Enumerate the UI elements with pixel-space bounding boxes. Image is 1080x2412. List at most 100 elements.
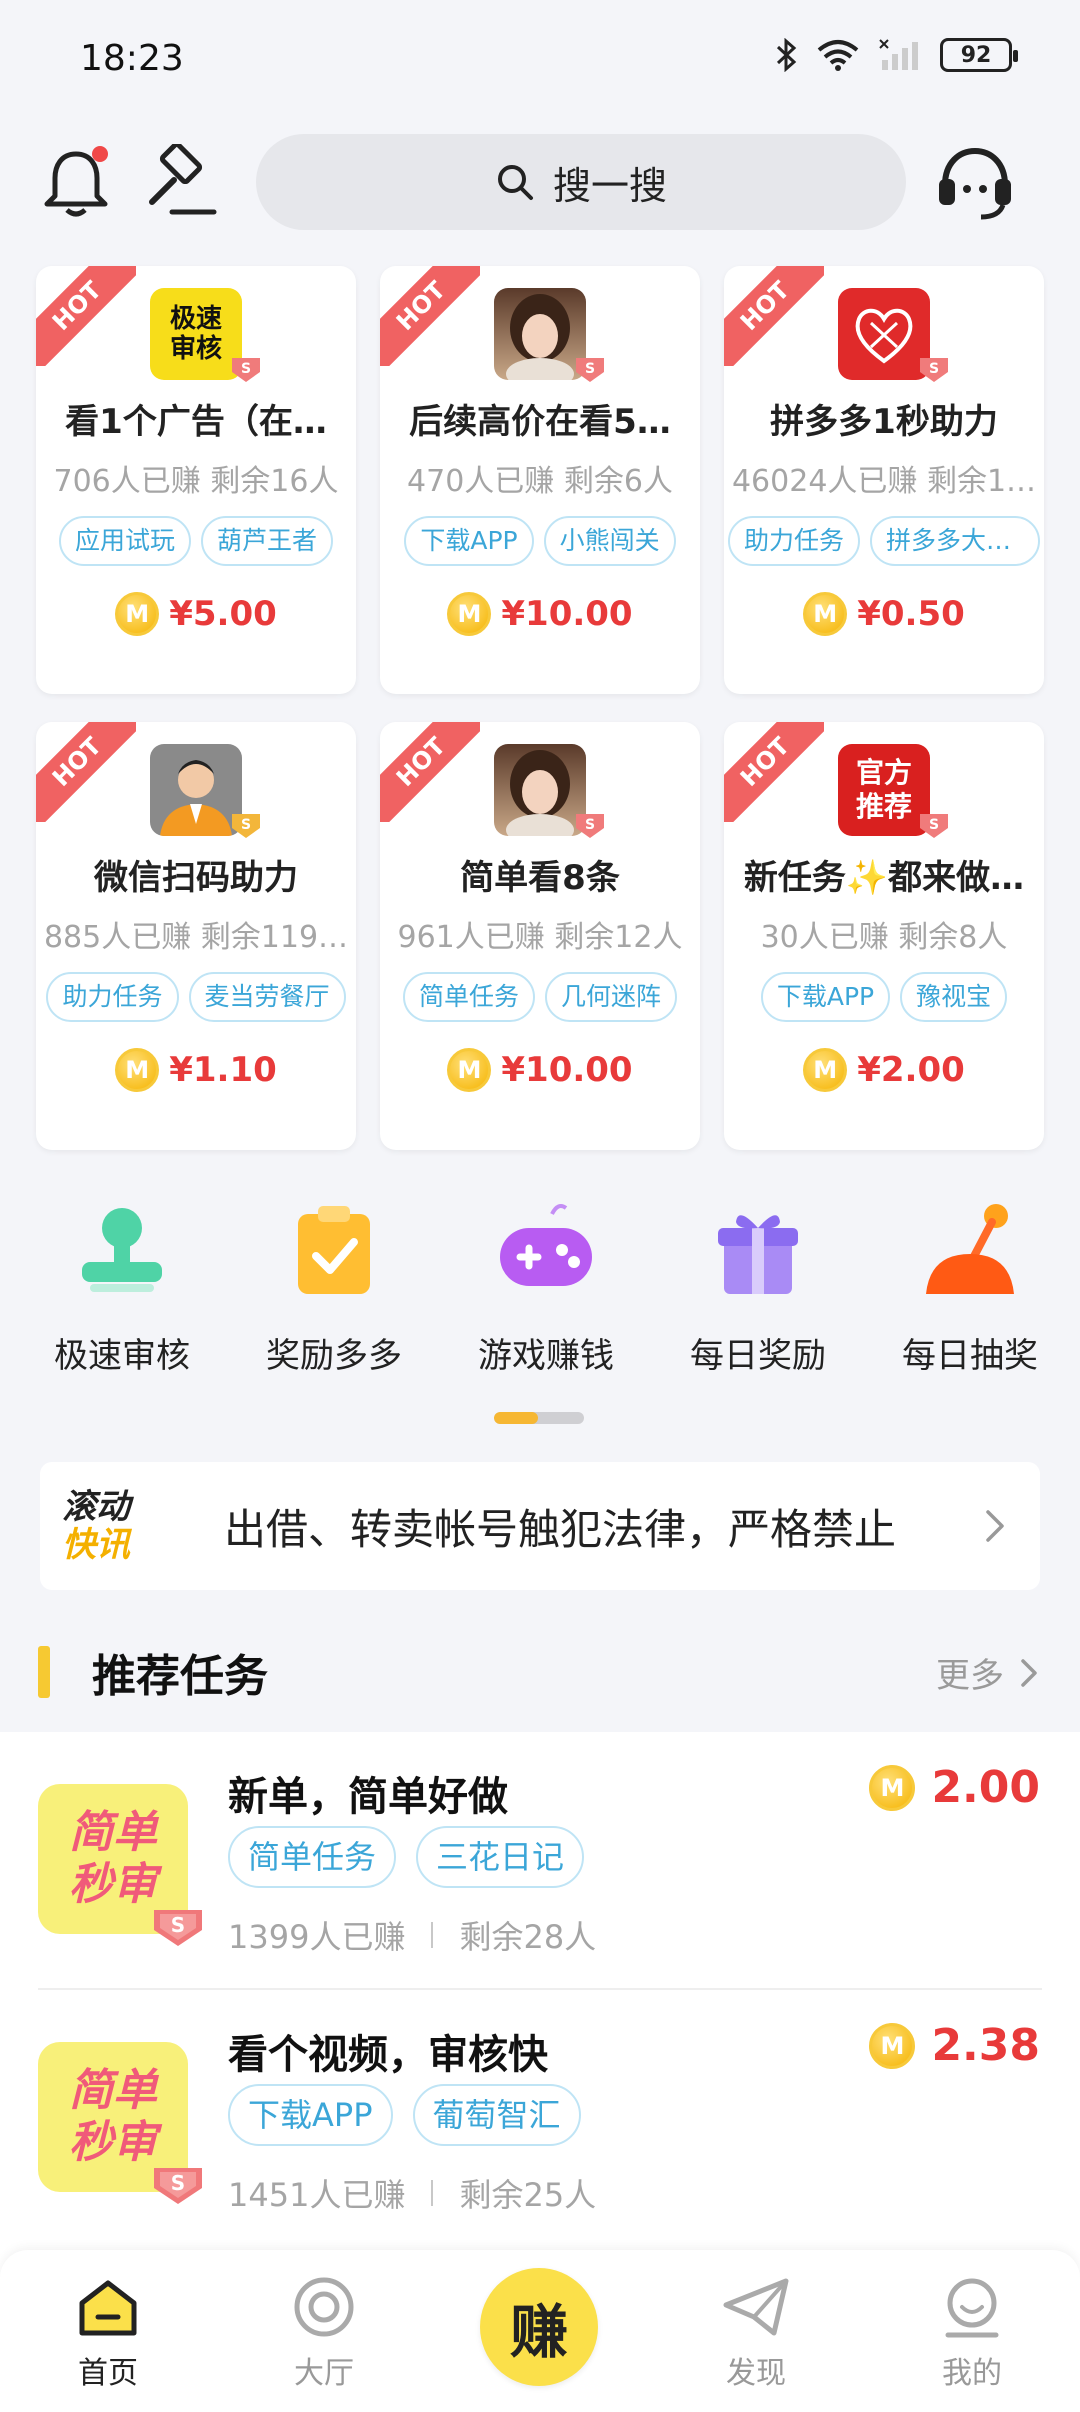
badge-text: S <box>929 817 939 833</box>
task-list: 简单 秒审 S 新单，简单好做 简单任务 三花日记 1399人已赚 剩余28人 M… <box>0 1732 1080 2292</box>
category-label: 每日奖励 <box>690 1336 826 1376</box>
tag: 麦当劳餐厅 <box>188 972 346 1022</box>
card-tags: 简单任务 几何迷阵 <box>380 972 700 1022</box>
category-daily-reward[interactable]: 每日奖励 <box>658 1200 858 1377</box>
category-label: 每日抽奖 <box>902 1336 1038 1376</box>
notification-bell-button[interactable] <box>36 138 116 228</box>
nav-discover[interactable]: 发现 <box>676 2250 836 2392</box>
price-value: ¥5.00 <box>169 594 277 634</box>
category-fast-review[interactable]: 极速审核 <box>22 1200 222 1377</box>
card-stats: 885人已赚 剩余119… <box>43 920 349 955</box>
card-title: 看1个广告（在… <box>65 402 327 442</box>
task-stats: 1451人已赚 剩余25人 <box>228 2170 596 2216</box>
divider <box>431 2180 434 2206</box>
pinduoduo-icon: S <box>838 288 948 382</box>
hall-icon <box>289 2272 359 2342</box>
coin-icon: M <box>803 1048 848 1092</box>
more-link[interactable]: 更多 <box>936 1648 1040 1697</box>
badge-text: S <box>585 361 595 377</box>
hot-task-card[interactable]: HOT S 后续高价在看5… 470人已赚 剩余6人 下载APP 小熊闯关 M ¥… <box>380 266 700 694</box>
card-stats: 30人已赚 剩余8人 <box>760 920 1008 955</box>
task-price: M 2.38 <box>869 2020 1040 2071</box>
level-badge-icon: S <box>232 814 260 838</box>
fast-review-icon: 极速 审核 S <box>150 288 260 382</box>
tag: 拼多多大转… <box>870 516 1040 566</box>
nav-mine[interactable]: 我的 <box>892 2250 1052 2392</box>
stamp-icon <box>72 1200 172 1300</box>
price-value: ¥10.00 <box>501 594 633 634</box>
category-label: 游戏赚钱 <box>478 1336 614 1376</box>
hot-task-card[interactable]: HOT 官方 推荐 S 新任务✨都来做… 30人已赚 剩余8人 下载APP 豫视宝… <box>724 722 1044 1150</box>
hot-task-card[interactable]: HOT S 简单看8条 961人已赚 剩余12人 简单任务 几何迷阵 M ¥10.… <box>380 722 700 1150</box>
card-title: 新任务✨都来做… <box>743 858 1025 898</box>
signal-icon <box>879 39 918 70</box>
auction-hammer-icon <box>149 144 217 215</box>
headset-icon <box>939 147 1011 220</box>
tag: 葡萄智汇 <box>412 2084 581 2146</box>
hot-task-card[interactable]: HOT S 微信扫码助力 885人已赚 剩余119… 助力任务 麦当劳餐厅 M ¥… <box>36 722 356 1150</box>
tag: 助力任务 <box>727 516 860 566</box>
girl-avatar-icon: S <box>494 744 604 838</box>
card-stats: 961人已赚 剩余12人 <box>397 920 683 955</box>
search-bar[interactable]: 搜一搜 <box>256 134 906 230</box>
category-game-earn[interactable]: 游戏赚钱 <box>446 1200 646 1377</box>
tag: 豫视宝 <box>900 972 1008 1022</box>
category-row: 极速审核 奖励多多 游戏赚钱 每日奖励 每日抽奖 <box>0 1200 1080 1400</box>
earn-button[interactable]: 赚 <box>480 2268 598 2386</box>
tag: 下载APP <box>404 516 534 566</box>
coin-icon: M <box>447 592 492 636</box>
bluetooth-icon <box>776 38 797 72</box>
nav-label: 发现 <box>726 2356 786 2391</box>
news-logo: 滚动 快讯 <box>62 1488 172 1564</box>
category-rewards[interactable]: 奖励多多 <box>234 1200 434 1377</box>
chevron-right-icon <box>1021 1658 1037 1687</box>
status-bar: 18:23 92 <box>0 0 1080 120</box>
news-logo-line1: 滚动 <box>62 1487 130 1527</box>
coin-icon: M <box>115 1048 160 1092</box>
icon-text: 审核 <box>169 334 222 364</box>
nav-hall[interactable]: 大厅 <box>244 2250 404 2392</box>
level-badge-icon: S <box>576 358 604 382</box>
hot-badge: HOT <box>380 266 480 366</box>
category-scroll-indicator <box>494 1412 584 1424</box>
level-badge-icon: S <box>576 814 604 838</box>
earned-count: 1399人已赚 <box>228 1918 406 1956</box>
badge-text: S <box>241 817 251 833</box>
tag: 几何迷阵 <box>545 972 678 1022</box>
customer-service-button[interactable] <box>930 138 1020 228</box>
wifi-icon <box>817 40 859 71</box>
card-title: 微信扫码助力 <box>94 858 298 898</box>
chevron-right-icon <box>986 1510 1004 1542</box>
task-thumbnail: 简单 秒审 S <box>38 1784 202 1946</box>
recommended-header: 推荐任务 更多 <box>0 1620 1080 1720</box>
card-tags: 下载APP 豫视宝 <box>724 972 1044 1022</box>
category-daily-lottery[interactable]: 每日抽奖 <box>870 1200 1070 1377</box>
hot-task-card[interactable]: HOT 极速 审核 S 看1个广告（在… 706人已赚 剩余16人 应用试玩 葫芦… <box>36 266 356 694</box>
coin-icon: M <box>115 592 160 636</box>
home-icon <box>73 2272 143 2342</box>
news-ticker[interactable]: 滚动 快讯 出借、转卖帐号触犯法律，严格禁止 <box>40 1462 1040 1590</box>
coin-icon: M <box>869 1764 916 1811</box>
bottom-nav: 首页 大厅 赚 发现 我的 <box>0 2250 1080 2412</box>
level-badge-icon: S <box>154 1910 202 1946</box>
nav-home[interactable]: 首页 <box>28 2250 188 2392</box>
thumb-text: 简单 秒审 <box>69 1807 157 1911</box>
paper-plane-icon <box>721 2272 791 2342</box>
task-thumbnail: 简单 秒审 S <box>38 2042 202 2204</box>
auction-button[interactable] <box>140 142 220 222</box>
badge-text: S <box>929 361 939 377</box>
earned-count: 1451人已赚 <box>228 2176 406 2214</box>
battery-level: 92 <box>960 42 992 68</box>
thumb-line: 简单 <box>69 2065 157 2116</box>
card-stats: 470人已赚 剩余6人 <box>407 464 673 499</box>
tag: 三花日记 <box>416 1826 585 1888</box>
tag: 下载APP <box>760 972 891 1022</box>
card-price: M ¥5.00 <box>36 592 356 636</box>
hot-task-card[interactable]: HOT S 拼多多1秒助力 46024人已赚 剩余1… 助力任务 拼多多大转… … <box>724 266 1044 694</box>
level-badge-icon: S <box>920 358 948 382</box>
task-item[interactable]: 简单 秒审 S 新单，简单好做 简单任务 三花日记 1399人已赚 剩余28人 M… <box>0 1732 1080 1990</box>
price-value: ¥1.10 <box>169 1050 277 1090</box>
task-item[interactable]: 简单 秒审 S 看个视频，审核快 下载APP 葡萄智汇 1451人已赚 剩余25人… <box>0 1990 1080 2248</box>
icon-text: 官方 <box>855 756 912 789</box>
task-title: 新单，简单好做 <box>228 1774 508 1820</box>
